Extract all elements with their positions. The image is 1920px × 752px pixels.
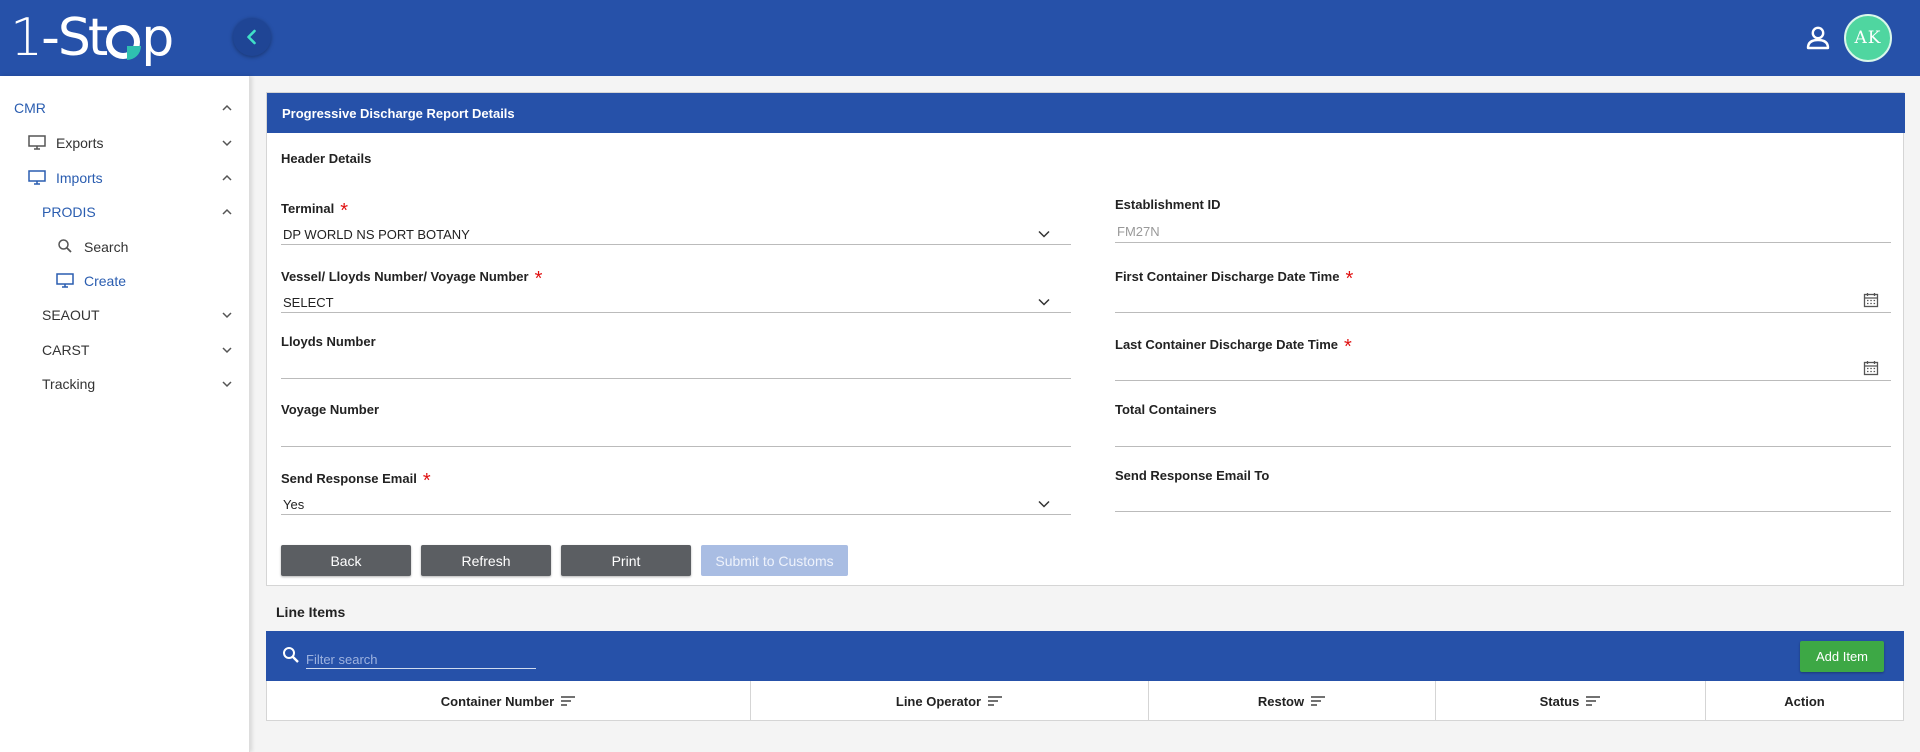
required-marker: *	[1345, 268, 1354, 290]
sidebar-item-label: Tracking	[42, 376, 96, 392]
chevron-down-icon[interactable]	[1038, 230, 1050, 238]
sidebar-item-label: Create	[84, 273, 127, 289]
lloyds-number-label: Lloyds Number	[281, 334, 376, 349]
calendar-icon[interactable]	[1863, 292, 1879, 308]
required-marker: *	[534, 268, 543, 290]
vessel-label: Vessel/ Lloyds Number/ Voyage Number *	[281, 268, 543, 290]
section-title: Header Details	[281, 151, 372, 166]
column-header-status[interactable]: Status	[1436, 681, 1706, 721]
sidebar-item-label: Exports	[56, 135, 104, 151]
establishment-id-field: FM27N	[1117, 224, 1160, 239]
avatar[interactable]: AK	[1844, 14, 1892, 62]
voyage-number-label: Voyage Number	[281, 402, 380, 417]
monitor-icon	[28, 135, 46, 150]
discharge-report-panel: Progressive Discharge Report Details Hea…	[266, 92, 1905, 586]
submit-to-customs-button[interactable]: Submit to Customs	[701, 545, 848, 576]
column-header-action: Action	[1784, 693, 1825, 709]
sidebar-item-tracking[interactable]: Tracking	[0, 369, 249, 399]
establishment-id-label: Establishment ID	[1115, 197, 1221, 212]
sidebar-item-carst[interactable]: CARST	[0, 335, 249, 365]
sort-icon[interactable]	[560, 695, 576, 707]
sidebar-item-label: PRODIS	[42, 204, 96, 220]
panel-title: Progressive Discharge Report Details	[267, 93, 1905, 133]
first-discharge-label: First Container Discharge Date Time *	[1115, 268, 1354, 290]
monitor-icon	[28, 170, 46, 185]
terminal-select[interactable]: DP WORLD NS PORT BOTANY	[283, 227, 470, 242]
sidebar-item-label: Search	[84, 239, 129, 255]
chevron-left-icon	[247, 29, 256, 45]
last-discharge-label: Last Container Discharge Date Time *	[1115, 336, 1352, 358]
column-header-restow[interactable]: Restow	[1149, 681, 1436, 721]
chevron-down-icon	[222, 347, 232, 354]
top-app-bar: 1- St p AK	[0, 0, 1920, 76]
sidebar-item-label: CARST	[42, 342, 90, 358]
sidebar-item-prodis[interactable]: PRODIS	[0, 197, 249, 227]
sidebar-item-create[interactable]: Create	[0, 266, 249, 296]
user-icon[interactable]	[1804, 24, 1832, 52]
column-header-line-operator[interactable]: Line Operator	[751, 681, 1149, 721]
line-items-table-header: Container Number Line Operator Restow St…	[266, 681, 1904, 721]
sidebar-item-cmr[interactable]: CMR	[0, 93, 249, 123]
terminal-label: Terminal *	[281, 200, 349, 222]
monitor-icon	[56, 273, 74, 288]
sidebar-item-label: SEAOUT	[42, 307, 100, 323]
total-containers-label: Total Containers	[1115, 402, 1217, 417]
required-marker: *	[340, 200, 349, 222]
search-icon	[283, 647, 299, 663]
add-item-button[interactable]: Add Item	[1800, 641, 1884, 672]
chevron-down-icon[interactable]	[1038, 298, 1050, 306]
chevron-down-icon	[222, 140, 232, 147]
sidebar-item-search[interactable]: Search	[0, 232, 249, 262]
chevron-down-icon	[222, 381, 232, 388]
send-response-email-to-label: Send Response Email To	[1115, 468, 1270, 483]
sidebar-item-exports[interactable]: Exports	[0, 128, 249, 158]
send-response-email-select[interactable]: Yes	[283, 497, 304, 512]
chevron-up-icon	[222, 174, 232, 181]
sort-icon[interactable]	[987, 695, 1003, 707]
sidebar-item-label: CMR	[14, 100, 46, 116]
sidebar-item-label: Imports	[56, 170, 103, 186]
chevron-down-icon	[222, 312, 232, 319]
sidebar: CMR Exports Imports PRODIS Search Create…	[0, 76, 250, 752]
chevron-up-icon	[222, 208, 232, 215]
required-marker: *	[422, 470, 431, 492]
app-logo[interactable]: 1- St p	[10, 8, 174, 68]
print-button[interactable]: Print	[561, 545, 691, 576]
column-header-container-number[interactable]: Container Number	[267, 681, 751, 721]
required-marker: *	[1344, 336, 1352, 358]
line-items-title: Line Items	[276, 604, 346, 620]
send-response-email-label: Send Response Email *	[281, 470, 431, 492]
sidebar-collapse-button[interactable]	[233, 18, 271, 56]
chevron-down-icon[interactable]	[1038, 500, 1050, 508]
sort-icon[interactable]	[1310, 695, 1326, 707]
filter-search-input[interactable]	[306, 647, 536, 669]
sidebar-item-seaout[interactable]: SEAOUT	[0, 300, 249, 330]
search-icon	[58, 239, 72, 253]
sidebar-item-imports[interactable]: Imports	[0, 163, 249, 193]
line-items-toolbar	[266, 631, 1904, 681]
calendar-icon[interactable]	[1863, 360, 1879, 376]
sort-icon[interactable]	[1585, 695, 1601, 707]
refresh-button[interactable]: Refresh	[421, 545, 551, 576]
back-button[interactable]: Back	[281, 545, 411, 576]
chevron-up-icon	[222, 104, 232, 111]
vessel-select[interactable]: SELECT	[283, 295, 334, 310]
